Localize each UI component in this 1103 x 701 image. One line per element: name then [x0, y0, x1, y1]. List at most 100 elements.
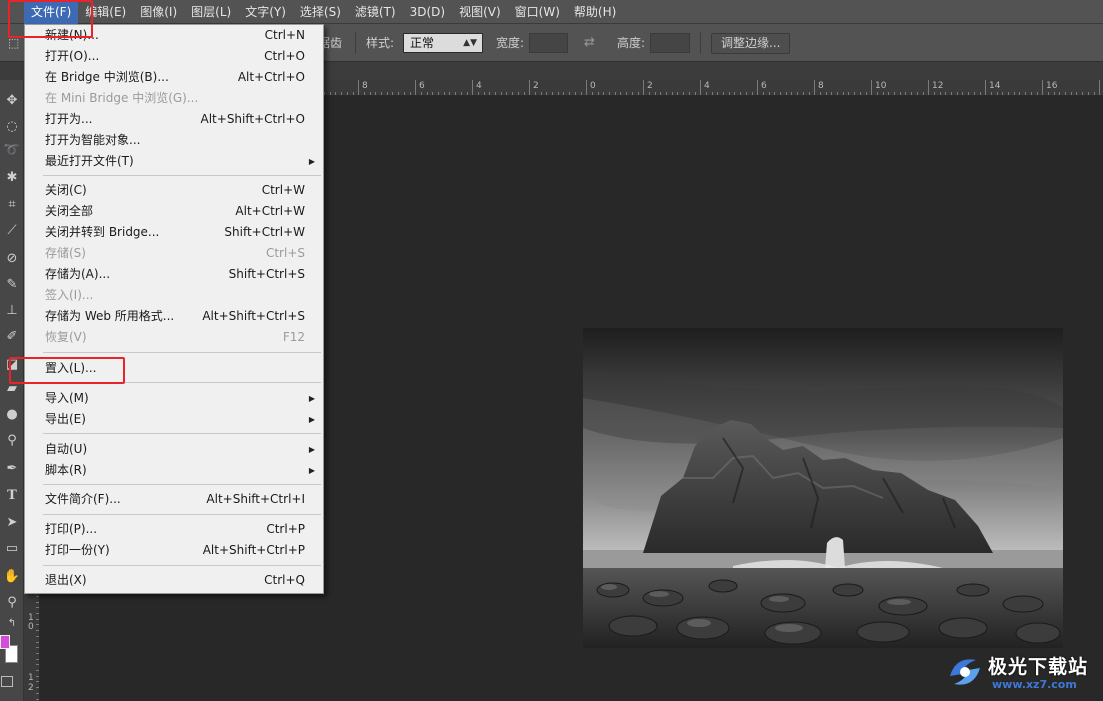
- select-arrows-icon: ▲▼: [463, 38, 477, 48]
- menu-item-exit[interactable]: 退出(X) Ctrl+Q: [25, 570, 323, 591]
- history-brush-tool-icon[interactable]: ✐: [0, 326, 24, 348]
- lasso-tool-icon[interactable]: ➰: [0, 140, 24, 162]
- blur-tool-icon[interactable]: ●: [0, 404, 24, 426]
- menu-help[interactable]: 帮助(H): [567, 0, 623, 24]
- menu-select[interactable]: 选择(S): [293, 0, 348, 24]
- menu-item-browse-in-bridge[interactable]: 在 Bridge 中浏览(B)... Alt+Ctrl+O: [25, 67, 323, 88]
- style-select[interactable]: 正常 ▲▼: [403, 33, 483, 53]
- menu-filter[interactable]: 滤镜(T): [348, 0, 403, 24]
- ruler-tick: [905, 92, 907, 95]
- menu-item-import[interactable]: 导入(M) ▶: [25, 388, 323, 409]
- menu-item-open-as[interactable]: 打开为... Alt+Shift+Ctrl+O: [25, 109, 323, 130]
- file-menu-highlight-box: [8, 0, 93, 38]
- place-item-highlight-box: [9, 357, 125, 384]
- ruler-tick: [1093, 92, 1095, 95]
- swap-dimensions-icon[interactable]: ⇄: [584, 24, 595, 62]
- menu-item-close-and-go-to-bridge[interactable]: 关闭并转到 Bridge... Shift+Ctrl+W: [25, 222, 323, 243]
- watermark-title: 极光下载站: [988, 656, 1089, 678]
- eyedropper-tool-icon[interactable]: ⟋: [0, 220, 24, 242]
- menu-item-revert[interactable]: 恢复(V) F12: [25, 327, 323, 348]
- ruler-tick: [358, 80, 360, 95]
- menu-view[interactable]: 视图(V): [452, 0, 508, 24]
- ruler-tick: [1099, 80, 1101, 95]
- menu-item-print[interactable]: 打印(P)... Ctrl+P: [25, 519, 323, 540]
- file-dropdown-menu: 新建(N)... Ctrl+N 打开(O)... Ctrl+O 在 Bridge…: [24, 24, 324, 594]
- pen-tool-icon[interactable]: ✒: [0, 458, 24, 480]
- submenu-arrow-icon: ▶: [308, 157, 315, 166]
- ruler-tick: [438, 92, 439, 95]
- ruler-tick: [643, 80, 645, 95]
- menu-item-close-all[interactable]: 关闭全部 Alt+Ctrl+W: [25, 201, 323, 222]
- menu-item-save-for-web[interactable]: 存储为 Web 所用格式... Alt+Shift+Ctrl+S: [25, 306, 323, 327]
- menu-item-open[interactable]: 打开(O)... Ctrl+O: [25, 46, 323, 67]
- ruler-tick: [1047, 92, 1049, 95]
- menu-item-automate[interactable]: 自动(U) ▶: [25, 439, 323, 460]
- brush-tool-icon[interactable]: ✎: [0, 274, 24, 296]
- menu-type[interactable]: 文字(Y): [238, 0, 293, 24]
- menu-item-label: 打开(O)...: [45, 49, 100, 63]
- marquee-tool-icon[interactable]: ◌: [0, 116, 24, 138]
- options-divider: [355, 32, 356, 54]
- menu-item-label: 脚本(R): [45, 463, 87, 477]
- menu-window[interactable]: 窗口(W): [508, 0, 567, 24]
- ruler-tick: [597, 92, 599, 95]
- ruler-tick: [848, 92, 850, 95]
- quick-mask-icon[interactable]: [1, 676, 13, 687]
- menu-image[interactable]: 图像(I): [133, 0, 184, 24]
- type-tool-icon[interactable]: T: [0, 485, 24, 507]
- menu-item-label: 最近打开文件(T): [45, 154, 134, 168]
- crop-tool-icon[interactable]: ⌗: [0, 194, 24, 216]
- menu-item-open-as-smart-object[interactable]: 打开为智能对象...: [25, 130, 323, 151]
- swap-colors-icon[interactable]: ↰: [0, 613, 24, 635]
- healing-brush-tool-icon[interactable]: ⊘: [0, 248, 24, 270]
- menu-item-save-as[interactable]: 存储为(A)... Shift+Ctrl+S: [25, 264, 323, 285]
- menu-item-browse-in-mini-bridge[interactable]: 在 Mini Bridge 中浏览(G)...: [25, 88, 323, 109]
- ruler-tick: [705, 92, 707, 95]
- hand-tool-icon[interactable]: ✋: [0, 566, 24, 588]
- ruler-tick: [1025, 92, 1027, 95]
- shape-tool-icon[interactable]: ▭: [0, 538, 24, 560]
- menu-item-print-one-copy[interactable]: 打印一份(Y) Alt+Shift+Ctrl+P: [25, 540, 323, 561]
- menu-3d[interactable]: 3D(D): [403, 0, 452, 24]
- ruler-tick: [36, 613, 39, 614]
- menu-item-label: 导出(E): [45, 412, 86, 426]
- menu-item-close[interactable]: 关闭(C) Ctrl+W: [25, 180, 323, 201]
- ruler-tick: [922, 92, 924, 95]
- clone-stamp-tool-icon[interactable]: ⊥: [0, 300, 24, 322]
- dodge-tool-icon[interactable]: ⚲: [0, 430, 24, 452]
- ruler-label: 2: [533, 81, 539, 91]
- ruler-tick: [631, 92, 633, 95]
- ruler-tick: [569, 92, 571, 95]
- ruler-tick: [854, 92, 856, 95]
- menu-item-export[interactable]: 导出(E) ▶: [25, 409, 323, 430]
- foreground-color-swatch[interactable]: [0, 635, 10, 649]
- menu-item-scripts[interactable]: 脚本(R) ▶: [25, 460, 323, 481]
- magic-wand-tool-icon[interactable]: ✱: [0, 167, 24, 189]
- move-tool-icon[interactable]: ✥: [0, 90, 24, 112]
- menu-item-save[interactable]: 存储(S) Ctrl+S: [25, 243, 323, 264]
- ruler-tick: [865, 92, 867, 95]
- path-selection-tool-icon[interactable]: ➤: [0, 512, 24, 534]
- ruler-tick: [420, 92, 422, 95]
- width-input[interactable]: [529, 33, 568, 53]
- menu-item-label: 关闭(C): [45, 183, 87, 197]
- zoom-tool-icon[interactable]: ⚲: [0, 592, 24, 614]
- ruler-tick: [341, 92, 343, 95]
- refine-edge-button[interactable]: 调整边缘...: [711, 33, 791, 54]
- menu-layer[interactable]: 图层(L): [184, 0, 238, 24]
- ruler-tick: [517, 92, 519, 95]
- ruler-tick: [899, 92, 901, 95]
- ruler-tick: [723, 92, 724, 95]
- menu-item-label: 关闭全部: [45, 204, 94, 218]
- menu-separator: [43, 484, 321, 485]
- canvas-image[interactable]: [583, 328, 1063, 648]
- menu-separator: [43, 514, 321, 515]
- menu-item-check-in[interactable]: 签入(I)...: [25, 285, 323, 306]
- menu-item-recent-files[interactable]: 最近打开文件(T) ▶: [25, 151, 323, 172]
- ruler-tick: [381, 92, 382, 95]
- height-label: 高度:: [617, 36, 646, 50]
- ruler-tick: [443, 92, 445, 95]
- ruler-tick: [403, 92, 405, 95]
- menu-item-file-info[interactable]: 文件简介(F)... Alt+Shift+Ctrl+I: [25, 489, 323, 510]
- height-input[interactable]: [650, 33, 690, 53]
